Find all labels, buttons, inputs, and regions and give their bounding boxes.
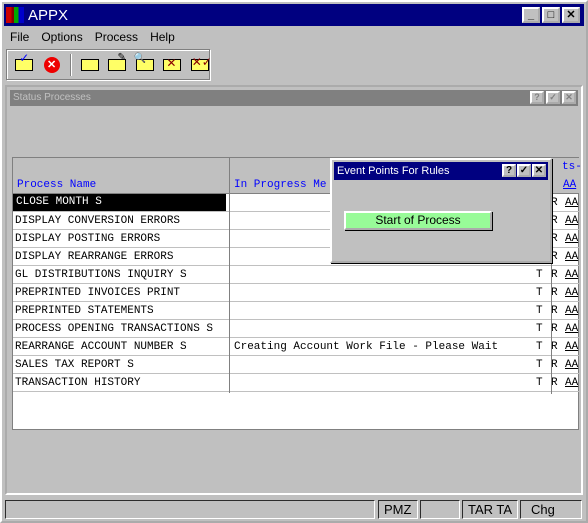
- process-name-cell: DISPLAY REARRANGE ERRORS: [15, 251, 174, 263]
- title-bar: APPX _ □ ✕: [4, 4, 584, 26]
- status-segment-pmz: PMZ: [378, 500, 418, 519]
- aa-cell: AA: [565, 323, 579, 335]
- appx-logo-icon: [6, 7, 24, 23]
- toolbar: ✓ ✕ ✎ 🔍 ✕ ✕✓: [6, 49, 212, 80]
- menu-bar: File Options Process Help: [4, 28, 181, 46]
- table-row[interactable]: SALES TAX REPORT S T R AA: [13, 356, 579, 374]
- aa-cell: AA: [565, 215, 579, 227]
- process-name-cell: DISPLAY POSTING ERRORS: [15, 233, 161, 245]
- t-cell: T: [536, 269, 543, 281]
- header-aa: AA: [563, 179, 577, 191]
- t-cell: T: [536, 359, 543, 371]
- minimize-button[interactable]: _: [522, 7, 540, 23]
- header-extra: ts-: [562, 161, 582, 173]
- process-name-cell: REARRANGE ACCOUNT NUMBER S: [15, 341, 187, 353]
- table-row[interactable]: GL DISTRIBUTIONS INQUIRY S T R AA: [13, 266, 579, 284]
- aa-cell: AA: [565, 341, 579, 353]
- window-title: APPX: [28, 6, 69, 24]
- delete-record-icon[interactable]: ✕: [163, 56, 182, 74]
- ok-button[interactable]: ✓: [546, 91, 560, 104]
- cancel-icon[interactable]: ✕: [42, 56, 60, 74]
- dialog-help-button[interactable]: ?: [502, 164, 516, 177]
- t-cell: T: [536, 287, 543, 299]
- menu-help[interactable]: Help: [144, 28, 181, 46]
- process-name-cell: CLOSE MONTH S: [13, 194, 226, 211]
- status-segment-tar: TAR TA: [462, 500, 518, 519]
- t-cell: T: [536, 323, 543, 335]
- dialog-title-bar: Event Points For Rules ? ✓ ✕: [334, 162, 548, 180]
- process-name-cell: DISPLAY CONVERSION ERRORS: [15, 215, 181, 227]
- aa-cell: AA: [565, 359, 579, 371]
- t-cell: T: [536, 341, 543, 353]
- process-name-cell: PREPRINTED STATEMENTS: [15, 305, 154, 317]
- edit-record-icon[interactable]: ✎: [108, 52, 127, 74]
- aa-cell: AA: [565, 233, 579, 245]
- aa-cell: AA: [565, 269, 579, 281]
- table-row[interactable]: TRANSACTION HISTORY T R AA: [13, 374, 579, 392]
- menu-process[interactable]: Process: [89, 28, 144, 46]
- aa-cell: AA: [565, 287, 579, 299]
- t-cell: T: [536, 377, 543, 389]
- process-name-cell: TRANSACTION HISTORY: [15, 377, 141, 389]
- column-divider: [229, 158, 230, 393]
- table-row[interactable]: REARRANGE ACCOUNT NUMBER S Creating Accou…: [13, 338, 579, 356]
- table-row[interactable]: PREPRINTED STATEMENTS T R AA: [13, 302, 579, 320]
- status-processes-window: Status Processes ? ✓ ✕ Process Name In P…: [5, 85, 583, 495]
- menu-file[interactable]: File: [4, 28, 35, 46]
- message-cell: Creating Account Work File - Please Wait: [234, 341, 499, 353]
- header-in-progress-message[interactable]: In Progress Me: [234, 179, 326, 191]
- event-points-dialog: Event Points For Rules ? ✓ ✕ Start of Pr…: [330, 158, 552, 263]
- dialog-title: Event Points For Rules: [337, 165, 450, 177]
- dialog-ok-button[interactable]: ✓: [517, 164, 531, 177]
- delete-all-icon[interactable]: ✕✓: [190, 55, 212, 74]
- inquire-record-icon[interactable]: 🔍: [134, 53, 154, 74]
- status-segment-empty: [420, 500, 460, 519]
- inner-close-button[interactable]: ✕: [562, 91, 576, 104]
- inner-title: Status Processes: [13, 92, 91, 103]
- t-cell: T: [536, 305, 543, 317]
- status-segment-message: [5, 500, 375, 519]
- aa-cell: AA: [565, 377, 579, 389]
- maximize-button[interactable]: □: [542, 7, 560, 23]
- add-record-icon[interactable]: [81, 56, 100, 74]
- help-button[interactable]: ?: [530, 91, 544, 104]
- start-of-process-button[interactable]: Start of Process: [344, 211, 492, 230]
- process-name-cell: PROCESS OPENING TRANSACTIONS S: [15, 323, 214, 335]
- status-segment-chg: Chg: [520, 500, 582, 519]
- process-name-cell: SALES TAX REPORT S: [15, 359, 134, 371]
- aa-cell: AA: [565, 197, 579, 209]
- table-row[interactable]: PROCESS OPENING TRANSACTIONS S T R AA: [13, 320, 579, 338]
- process-name-cell: GL DISTRIBUTIONS INQUIRY S: [15, 269, 187, 281]
- inner-title-bar: Status Processes ? ✓ ✕: [10, 90, 578, 106]
- dialog-close-button[interactable]: ✕: [532, 164, 546, 177]
- aa-cell: AA: [565, 305, 579, 317]
- menu-options[interactable]: Options: [35, 28, 88, 46]
- process-name-cell: PREPRINTED INVOICES PRINT: [15, 287, 181, 299]
- aa-cell: AA: [565, 251, 579, 263]
- table-row[interactable]: PREPRINTED INVOICES PRINT T R AA: [13, 284, 579, 302]
- ok-check-icon[interactable]: ✓: [15, 51, 34, 74]
- header-process-name[interactable]: Process Name: [17, 179, 96, 191]
- toolbar-separator: [69, 53, 72, 76]
- close-button[interactable]: ✕: [562, 7, 580, 23]
